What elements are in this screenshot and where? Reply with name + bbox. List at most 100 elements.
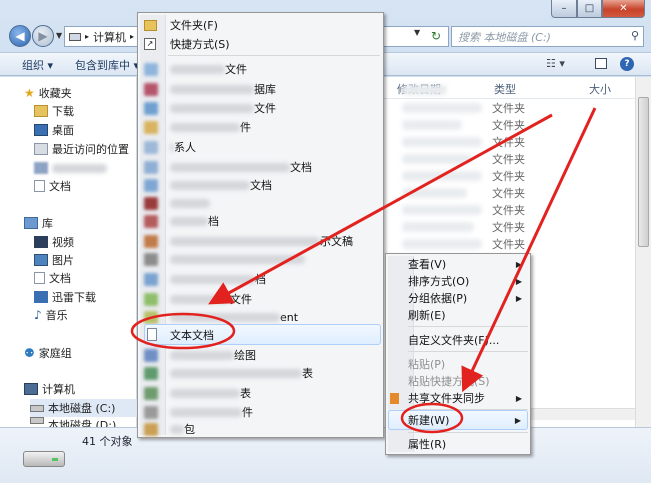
redacted-label — [170, 162, 290, 172]
menu-item-label: 据库 — [254, 83, 276, 96]
nav-local-c[interactable]: 本地磁盘 (C:) — [30, 399, 137, 417]
library-icon — [24, 217, 38, 229]
drive-icon — [30, 404, 44, 412]
row-type: 文件夹 — [492, 136, 525, 149]
music-icon: ♪ — [34, 308, 42, 322]
menu-item-redacted[interactable] — [144, 249, 379, 269]
nav-music[interactable]: ♪ 音乐 — [34, 306, 68, 324]
nav-recent[interactable]: 最近访问的位置 — [34, 140, 129, 158]
nav-downloads[interactable]: 下载 — [34, 102, 74, 120]
menu-item-redacted[interactable]: 据库 — [144, 79, 379, 99]
redacted-label — [52, 163, 107, 173]
nav-libraries-label: 库 — [42, 217, 53, 230]
nav-local-d-label: 本地磁盘 (D:) — [48, 419, 117, 427]
menu-item-redacted[interactable]: 文件 — [144, 289, 379, 309]
nav-videos[interactable]: 视频 — [34, 233, 74, 251]
document-icon — [34, 180, 45, 192]
redacted-cell — [402, 137, 482, 147]
nav-thunder[interactable]: 迅雷下载 — [34, 288, 96, 306]
new-submenu: 文件夹(F) ↗ 快捷方式(S) 文件 据库 文件 件 系人 文档 文档 档 示… — [137, 12, 384, 438]
menu-item-redacted[interactable]: 文档 — [144, 157, 379, 177]
menu-item-new[interactable]: 新建(W) ▶ — [388, 410, 528, 430]
menu-item-label: 文件 — [230, 293, 252, 306]
menu-item-redacted[interactable]: 系人 — [144, 137, 379, 157]
nav-computer[interactable]: 计算机 — [24, 380, 75, 398]
forward-button[interactable]: ▶ — [32, 25, 54, 47]
menu-item-label: 文本文档 — [170, 328, 214, 342]
menu-item-redacted[interactable]: 表 — [144, 363, 379, 383]
menu-item-redacted[interactable]: 包 — [144, 419, 379, 439]
column-size[interactable]: 大小 — [589, 81, 611, 97]
menu-item-redacted[interactable]: 文档 — [144, 175, 379, 195]
nav-local-d[interactable]: 本地磁盘 (D:) — [30, 417, 116, 427]
menu-item-new-shortcut[interactable]: ↗ 快捷方式(S) — [144, 34, 379, 54]
nav-videos-label: 视频 — [52, 236, 74, 249]
search-placeholder: 搜索 本地磁盘 (C:) — [458, 30, 551, 44]
menu-separator — [408, 351, 528, 352]
file-type-icon — [144, 348, 158, 362]
nav-desktop[interactable]: 桌面 — [34, 121, 74, 139]
back-button[interactable]: ◀ — [9, 25, 31, 47]
column-type[interactable]: 类型 — [494, 81, 516, 97]
menu-item-redacted[interactable]: 件 — [144, 117, 379, 137]
maximize-button[interactable]: □ — [577, 0, 602, 18]
view-options-button[interactable]: ☷ ▾ — [546, 57, 565, 70]
menu-item-redacted[interactable]: 档 — [144, 269, 379, 289]
redacted-cell — [402, 120, 462, 130]
menu-item-new-text-document[interactable]: 文本文档 — [144, 324, 381, 345]
redacted-cell — [402, 222, 474, 232]
menu-item-refresh[interactable]: 刷新(E) — [408, 305, 528, 325]
minimize-button[interactable]: – — [551, 0, 577, 18]
menu-item-new-folder[interactable]: 文件夹(F) — [144, 15, 379, 35]
menu-item-redacted[interactable]: 文件 — [144, 98, 379, 118]
nav-favorites[interactable]: ★ 收藏夹 — [24, 84, 72, 102]
menu-item-redacted[interactable]: 档 — [144, 211, 379, 231]
nav-blurred-item[interactable] — [34, 159, 107, 177]
file-type-icon — [144, 310, 158, 324]
text-document-icon — [147, 328, 157, 341]
menu-item-redacted[interactable]: 绘图 — [144, 345, 379, 365]
nav-documents-label: 文档 — [49, 272, 71, 285]
close-button[interactable]: ✕ — [602, 0, 645, 18]
preview-pane-button[interactable] — [595, 58, 607, 69]
recent-pages-dropdown[interactable]: ▼ — [56, 31, 62, 40]
nav-libraries[interactable]: 库 — [24, 214, 53, 232]
menu-item-redacted[interactable]: 示文稿 — [144, 231, 379, 251]
breadcrumb-separator: ▸ — [85, 32, 90, 41]
menu-item-label: 文档 — [290, 161, 312, 174]
address-history-dropdown[interactable]: ▼ — [414, 28, 420, 37]
redacted-label — [170, 84, 254, 94]
nav-homegroup[interactable]: ⚉ 家庭组 — [24, 344, 72, 362]
menu-item-label: 文件夹(F) — [170, 19, 218, 32]
vertical-scrollbar[interactable] — [635, 77, 651, 427]
menu-item-share-sync[interactable]: 共享文件夹同步 ▶ — [390, 388, 528, 408]
breadcrumb-computer[interactable]: 计算机 — [93, 29, 126, 45]
row-type: 文件夹 — [492, 187, 525, 200]
nav-recent-label: 最近访问的位置 — [52, 143, 129, 156]
video-icon — [34, 236, 48, 248]
scrollbar-thumb[interactable] — [638, 97, 649, 247]
nav-pictures[interactable]: 图片 — [34, 251, 74, 269]
redacted-cell — [402, 205, 482, 215]
search-input[interactable]: 搜索 本地磁盘 (C:) ⚲ — [451, 26, 644, 47]
include-in-library-button[interactable]: 包含到库中 ▾ — [75, 57, 139, 73]
menu-item-redacted[interactable] — [144, 193, 379, 213]
menu-item-label: 刷新(E) — [408, 309, 446, 322]
nav-documents[interactable]: 文档 — [34, 269, 71, 287]
redacted-cell — [402, 154, 472, 164]
organize-button[interactable]: 组织 ▾ — [22, 57, 53, 73]
file-type-icon — [144, 120, 158, 134]
search-icon[interactable]: ⚲ — [631, 29, 639, 42]
refresh-button[interactable]: ↻ — [426, 26, 446, 46]
refresh-icon: ↻ — [430, 29, 442, 43]
nav-documents-fav[interactable]: 文档 — [34, 177, 71, 195]
menu-item-customize-folder[interactable]: 自定义文件夹(F)... — [408, 330, 528, 350]
star-icon: ★ — [24, 86, 35, 100]
menu-item-properties[interactable]: 属性(R) — [408, 434, 528, 454]
redacted-cell — [402, 103, 482, 113]
menu-item-redacted[interactable]: 文件 — [144, 59, 379, 79]
menu-item-redacted[interactable]: 表 — [144, 383, 379, 403]
help-button[interactable]: ? — [620, 57, 634, 71]
menu-item-label: 自定义文件夹(F)... — [408, 334, 500, 347]
menu-item-label: 粘贴快捷方式(S) — [408, 375, 490, 388]
